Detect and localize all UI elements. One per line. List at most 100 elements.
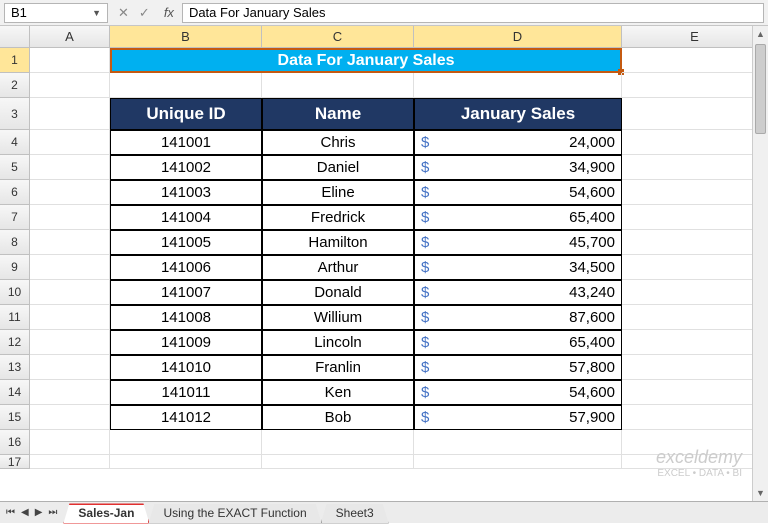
tab-nav-next-icon[interactable]: ▶ xyxy=(33,505,45,520)
cell[interactable] xyxy=(110,455,262,469)
cell[interactable] xyxy=(30,98,110,130)
cell[interactable] xyxy=(622,98,768,130)
row-header[interactable]: 8 xyxy=(0,230,30,255)
tab-nav-prev-icon[interactable]: ◀ xyxy=(19,505,31,520)
fx-icon[interactable]: fx xyxy=(160,5,178,20)
cell-name[interactable]: Arthur xyxy=(262,255,414,280)
cell[interactable] xyxy=(622,230,768,255)
cell[interactable] xyxy=(30,230,110,255)
cell-name[interactable]: Fredrick xyxy=(262,205,414,230)
cell-id[interactable]: 141005 xyxy=(110,230,262,255)
cell-name[interactable]: Lincoln xyxy=(262,330,414,355)
cell-name[interactable]: Willium xyxy=(262,305,414,330)
cell-sales[interactable]: $54,600 xyxy=(414,180,622,205)
col-header-d[interactable]: D xyxy=(414,26,622,47)
cell-id[interactable]: 141009 xyxy=(110,330,262,355)
row-header[interactable]: 10 xyxy=(0,280,30,305)
cell[interactable] xyxy=(110,430,262,455)
cell-sales[interactable]: $43,240 xyxy=(414,280,622,305)
cell-sales[interactable]: $54,600 xyxy=(414,380,622,405)
header-sales[interactable]: January Sales xyxy=(414,98,622,130)
cell[interactable] xyxy=(30,355,110,380)
cell-id[interactable]: 141002 xyxy=(110,155,262,180)
row-header[interactable]: 11 xyxy=(0,305,30,330)
cell-sales[interactable]: $65,400 xyxy=(414,205,622,230)
cell[interactable] xyxy=(30,205,110,230)
cell[interactable] xyxy=(30,48,110,73)
cell[interactable] xyxy=(30,455,110,469)
row-header[interactable]: 13 xyxy=(0,355,30,380)
cell[interactable] xyxy=(414,73,622,98)
sheet-tab-exact-function[interactable]: Using the EXACT Function xyxy=(148,504,321,524)
row-header[interactable]: 4 xyxy=(0,130,30,155)
cell[interactable] xyxy=(622,405,768,430)
chevron-down-icon[interactable]: ▼ xyxy=(92,8,101,18)
cell-name[interactable]: Daniel xyxy=(262,155,414,180)
cell[interactable] xyxy=(30,280,110,305)
row-header[interactable]: 7 xyxy=(0,205,30,230)
cell[interactable] xyxy=(622,330,768,355)
cell[interactable] xyxy=(622,355,768,380)
cell[interactable] xyxy=(110,73,262,98)
select-all-corner[interactable] xyxy=(0,26,30,47)
cell-id[interactable]: 141004 xyxy=(110,205,262,230)
tab-nav-first-icon[interactable]: ⏮ xyxy=(4,505,17,520)
cell-sales[interactable]: $57,900 xyxy=(414,405,622,430)
cell-name[interactable]: Ken xyxy=(262,380,414,405)
row-header[interactable]: 17 xyxy=(0,455,30,469)
cell[interactable] xyxy=(622,305,768,330)
cell-id[interactable]: 141008 xyxy=(110,305,262,330)
cell[interactable] xyxy=(30,155,110,180)
cell[interactable] xyxy=(622,155,768,180)
sheet-tab-sheet3[interactable]: Sheet3 xyxy=(321,504,389,524)
cell[interactable] xyxy=(262,73,414,98)
name-box[interactable]: B1 ▼ xyxy=(4,3,108,23)
cell[interactable] xyxy=(30,405,110,430)
cell[interactable] xyxy=(30,130,110,155)
cell[interactable] xyxy=(622,280,768,305)
scroll-down-icon[interactable]: ▼ xyxy=(753,485,768,501)
cell[interactable] xyxy=(30,380,110,405)
cell-id[interactable]: 141012 xyxy=(110,405,262,430)
cell-name[interactable]: Chris xyxy=(262,130,414,155)
cell[interactable] xyxy=(622,255,768,280)
cell[interactable] xyxy=(622,180,768,205)
cell[interactable] xyxy=(622,205,768,230)
cell[interactable] xyxy=(622,73,768,98)
cell[interactable] xyxy=(622,130,768,155)
cell[interactable] xyxy=(414,430,622,455)
row-header[interactable]: 15 xyxy=(0,405,30,430)
cell-name[interactable]: Hamilton xyxy=(262,230,414,255)
cell[interactable] xyxy=(622,430,768,455)
col-header-b[interactable]: B xyxy=(110,26,262,47)
cell[interactable] xyxy=(622,380,768,405)
sheet-tab-sales-jan[interactable]: Sales-Jan xyxy=(63,504,149,524)
row-header[interactable]: 16 xyxy=(0,430,30,455)
confirm-icon[interactable]: ✓ xyxy=(139,5,150,21)
row-header[interactable]: 12 xyxy=(0,330,30,355)
cell[interactable] xyxy=(30,180,110,205)
cell-sales[interactable]: $24,000 xyxy=(414,130,622,155)
vertical-scrollbar[interactable]: ▲ ▼ xyxy=(752,26,768,501)
cell-name[interactable]: Donald xyxy=(262,280,414,305)
cell[interactable] xyxy=(30,330,110,355)
cell[interactable] xyxy=(30,430,110,455)
cell-id[interactable]: 141001 xyxy=(110,130,262,155)
scroll-up-icon[interactable]: ▲ xyxy=(753,26,768,42)
cell-id[interactable]: 141003 xyxy=(110,180,262,205)
row-header[interactable]: 6 xyxy=(0,180,30,205)
cell-name[interactable]: Eline xyxy=(262,180,414,205)
col-header-e[interactable]: E xyxy=(622,26,768,47)
cell-id[interactable]: 141007 xyxy=(110,280,262,305)
col-header-a[interactable]: A xyxy=(30,26,110,47)
cell[interactable] xyxy=(262,430,414,455)
cell[interactable] xyxy=(622,455,768,469)
header-name[interactable]: Name xyxy=(262,98,414,130)
cell-sales[interactable]: $34,900 xyxy=(414,155,622,180)
tab-nav-last-icon[interactable]: ⏭ xyxy=(46,505,59,520)
row-header[interactable]: 1 xyxy=(0,48,30,73)
cell[interactable] xyxy=(30,73,110,98)
cancel-icon[interactable]: ✕ xyxy=(118,5,129,21)
cell-name[interactable]: Franlin xyxy=(262,355,414,380)
cell-id[interactable]: 141011 xyxy=(110,380,262,405)
